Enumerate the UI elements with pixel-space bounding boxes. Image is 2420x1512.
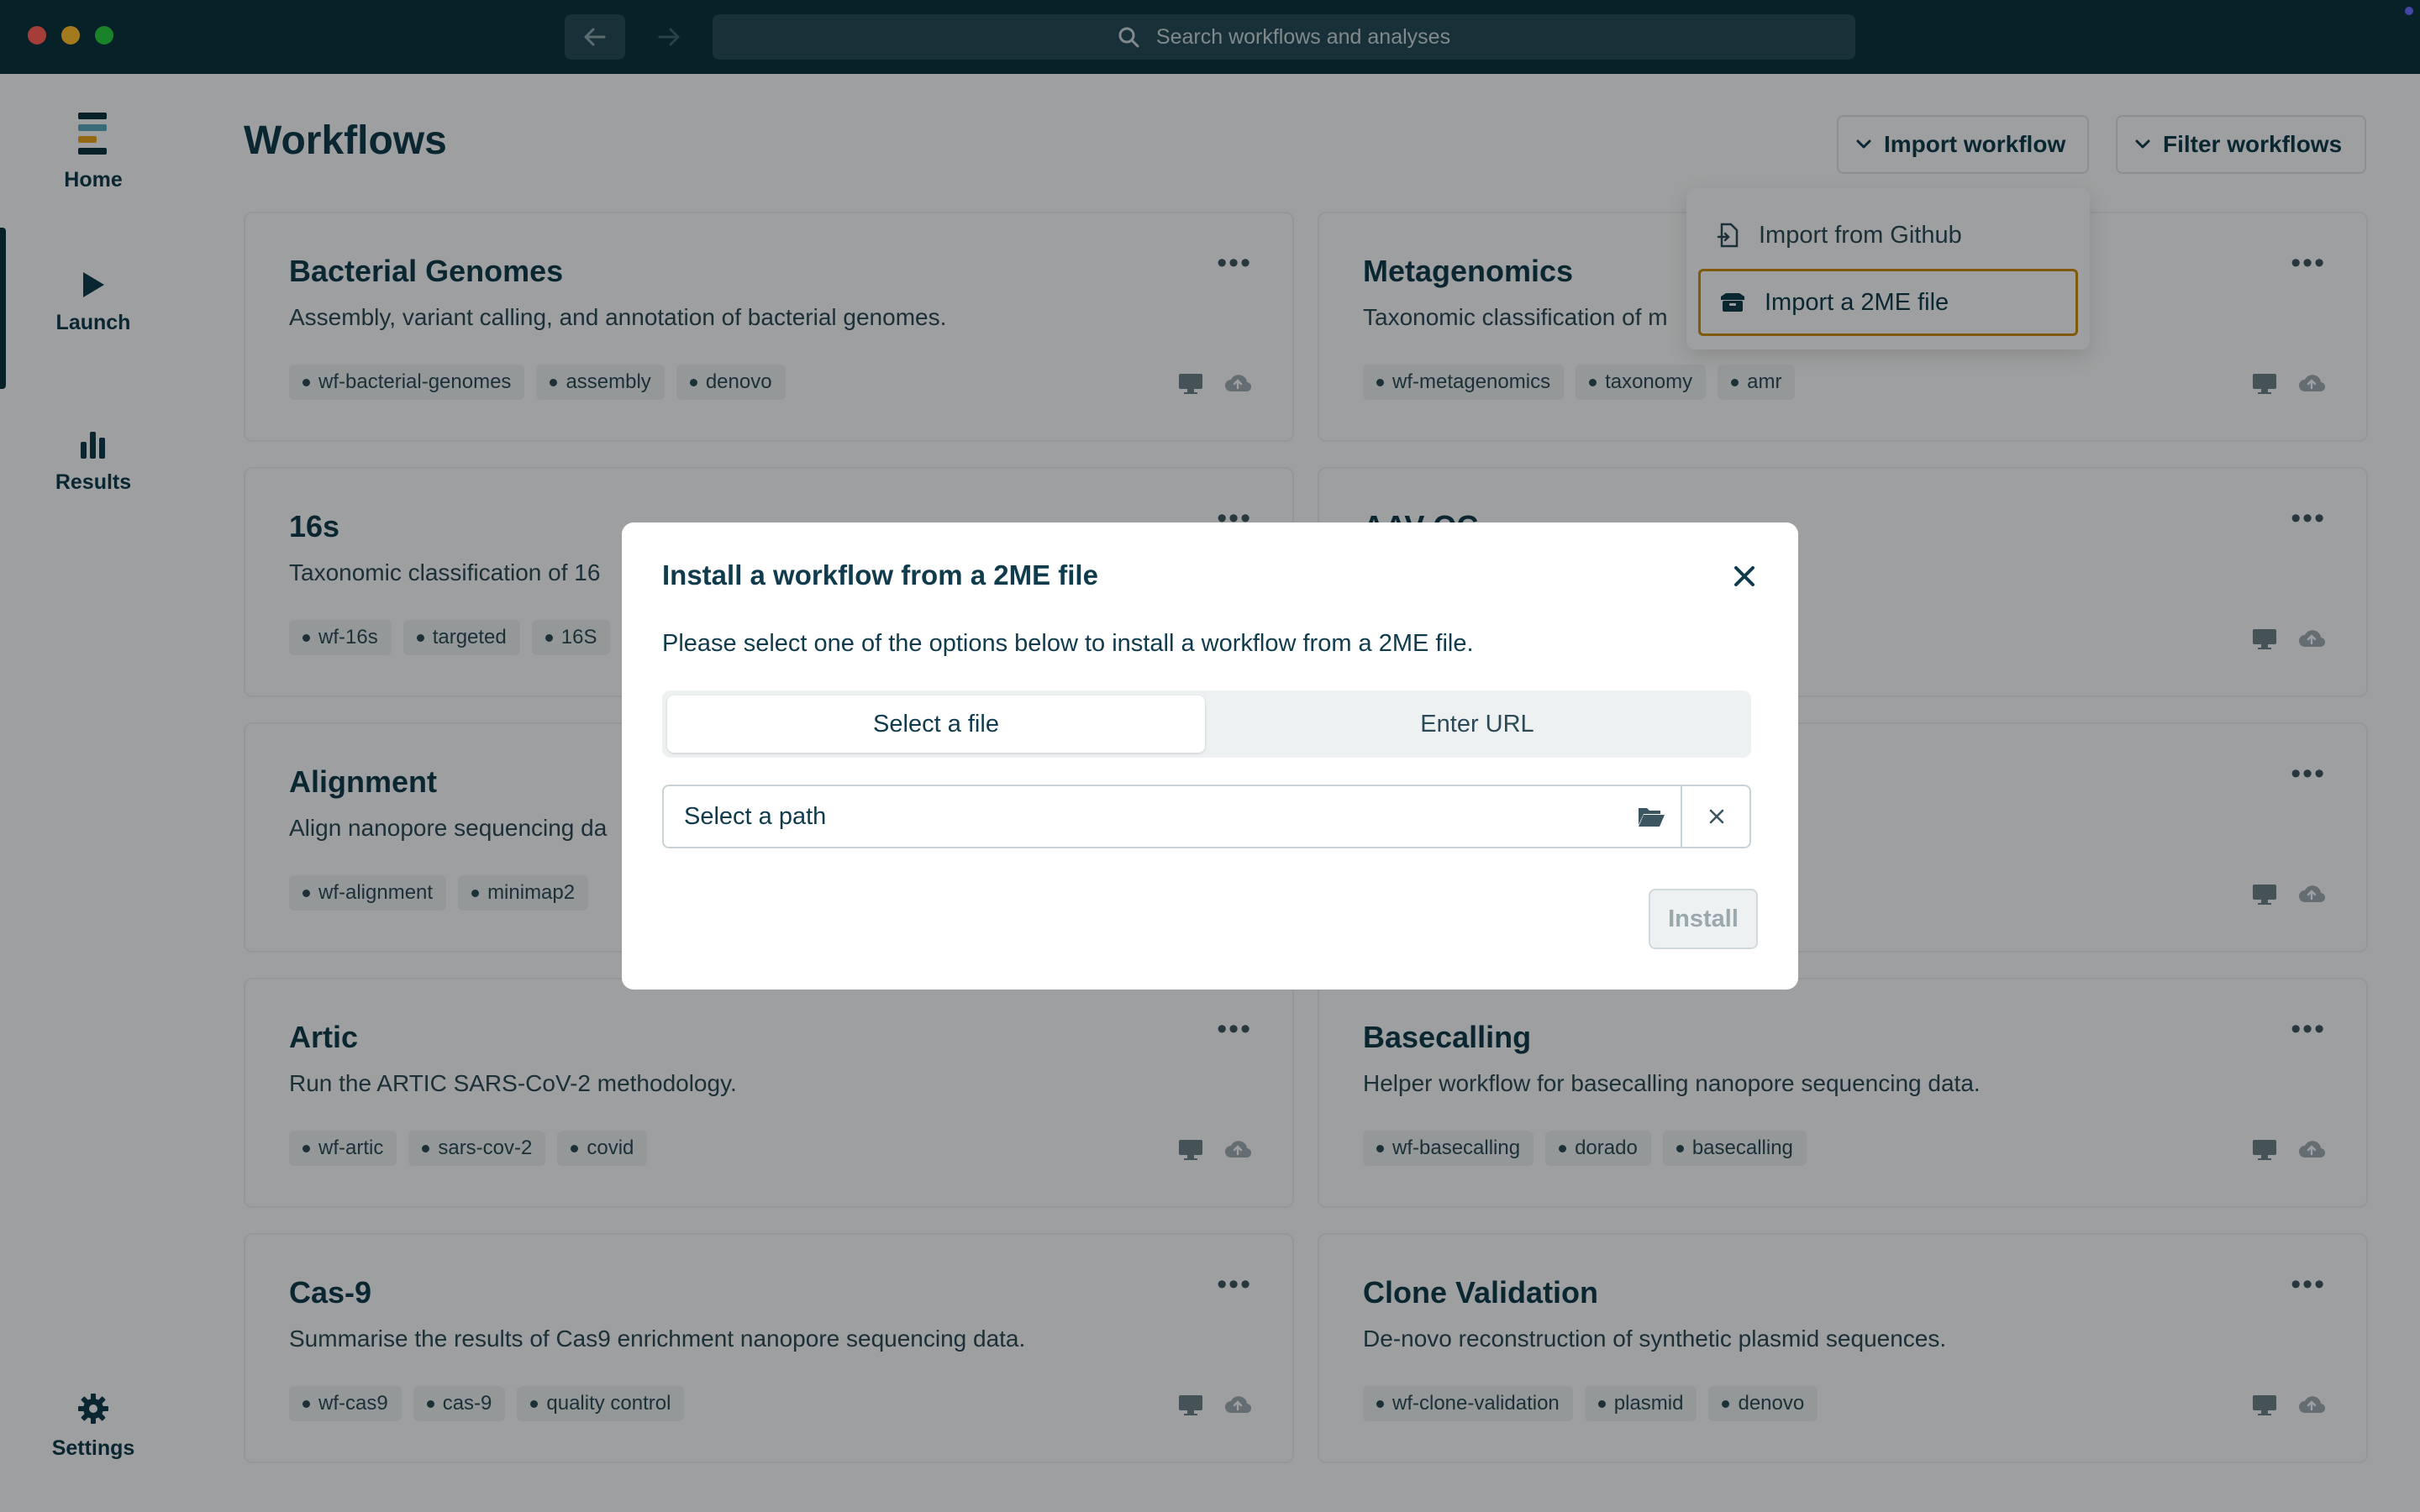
folder-open-icon — [1639, 808, 1665, 827]
path-input[interactable] — [664, 786, 1622, 847]
path-field — [662, 785, 1751, 848]
dialog-close-button[interactable] — [1726, 558, 1763, 595]
dialog-title: Install a workflow from a 2ME file — [662, 559, 1098, 591]
close-icon — [1734, 566, 1754, 586]
clear-path-button[interactable] — [1681, 786, 1751, 847]
tab-select-file[interactable]: Select a file — [667, 696, 1205, 753]
source-tabs: Select a file Enter URL — [662, 690, 1751, 758]
install-button[interactable]: Install — [1649, 889, 1758, 949]
browse-folder-button[interactable] — [1622, 786, 1681, 847]
install-2me-dialog: Install a workflow from a 2ME file Pleas… — [622, 522, 1798, 990]
dialog-description: Please select one of the options below t… — [662, 630, 1474, 657]
tab-enter-url[interactable]: Enter URL — [1208, 696, 1746, 753]
close-icon — [1709, 809, 1724, 824]
